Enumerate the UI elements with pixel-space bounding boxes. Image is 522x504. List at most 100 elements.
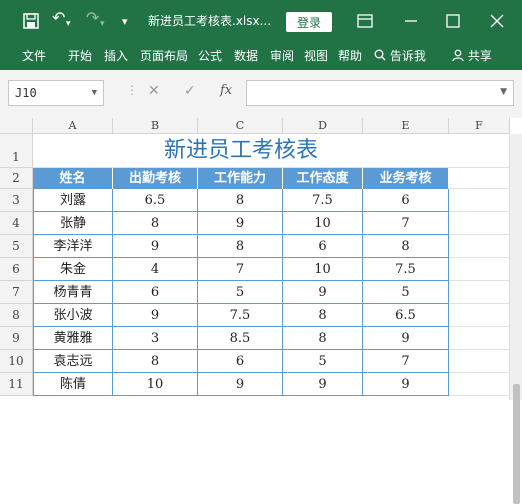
share-button[interactable]: 共享 (452, 42, 492, 70)
redo-dropdown-icon[interactable]: ▾ (100, 15, 105, 33)
empty-cell[interactable] (449, 235, 510, 258)
table-cell[interactable]: 5 (363, 281, 449, 304)
table-cell[interactable]: 8 (363, 235, 449, 258)
table-cell[interactable]: 7.5 (363, 258, 449, 281)
undo-dropdown-icon[interactable]: ▾ (66, 15, 71, 33)
table-cell[interactable]: 8 (113, 350, 198, 373)
formula-input[interactable]: ▼ (246, 80, 514, 106)
table-cell[interactable]: 8 (198, 189, 283, 212)
row-header-2[interactable]: 2 (0, 168, 33, 189)
tab-formulas[interactable]: 公式 (198, 42, 222, 70)
row-header-6[interactable]: 6 (0, 258, 33, 281)
name-box[interactable]: J10 ▼ (8, 80, 104, 106)
table-cell[interactable]: 7 (198, 258, 283, 281)
table-cell[interactable]: 9 (363, 373, 449, 396)
table-cell[interactable]: 7.5 (198, 304, 283, 327)
row-header-1[interactable]: 1 (0, 134, 33, 168)
tab-review[interactable]: 审阅 (270, 42, 294, 70)
enter-icon[interactable]: ✓ (184, 83, 196, 99)
column-header-a[interactable]: A (33, 118, 113, 134)
table-cell[interactable]: 9 (363, 327, 449, 350)
tab-data[interactable]: 数据 (234, 42, 258, 70)
table-cell[interactable]: 杨青青 (33, 281, 113, 304)
table-cell[interactable]: 6.5 (363, 304, 449, 327)
table-cell[interactable]: 10 (283, 212, 363, 235)
minimize-icon[interactable] (402, 12, 420, 30)
empty-cell[interactable] (449, 134, 510, 168)
row-header-11[interactable]: 11 (0, 373, 33, 396)
table-cell[interactable]: 6 (283, 235, 363, 258)
column-header-d[interactable]: D (283, 118, 363, 134)
empty-cell[interactable] (449, 189, 510, 212)
table-cell[interactable]: 7.5 (283, 189, 363, 212)
table-cell[interactable]: 袁志远 (33, 350, 113, 373)
table-cell[interactable]: 6 (198, 350, 283, 373)
empty-cell[interactable] (449, 327, 510, 350)
empty-cell[interactable] (449, 258, 510, 281)
select-all-corner[interactable] (0, 118, 33, 134)
close-icon[interactable] (488, 12, 506, 30)
table-cell[interactable]: 刘露 (33, 189, 113, 212)
table-cell[interactable]: 6.5 (113, 189, 198, 212)
table-header-cell[interactable]: 出勤考核 (113, 168, 198, 189)
tab-view[interactable]: 视图 (304, 42, 328, 70)
table-cell[interactable]: 4 (113, 258, 198, 281)
row-header-9[interactable]: 9 (0, 327, 33, 350)
table-cell[interactable]: 10 (113, 373, 198, 396)
row-header-10[interactable]: 10 (0, 350, 33, 373)
maximize-icon[interactable] (444, 12, 462, 30)
undo-icon[interactable]: ↶ (52, 9, 65, 27)
column-header-e[interactable]: E (363, 118, 449, 134)
row-header-3[interactable]: 3 (0, 189, 33, 212)
expand-formula-bar-icon[interactable]: ▼ (500, 87, 507, 97)
table-cell[interactable]: 8 (198, 235, 283, 258)
table-cell[interactable]: 9 (113, 235, 198, 258)
table-cell[interactable]: 8 (283, 327, 363, 350)
ribbon-display-options-icon[interactable] (356, 12, 374, 30)
scrollbar-thumb[interactable] (513, 384, 520, 504)
table-cell[interactable]: 6 (363, 189, 449, 212)
table-cell[interactable]: 9 (198, 373, 283, 396)
table-cell[interactable]: 8.5 (198, 327, 283, 350)
table-cell[interactable]: 9 (198, 212, 283, 235)
tab-insert[interactable]: 插入 (104, 42, 128, 70)
row-header-7[interactable]: 7 (0, 281, 33, 304)
name-box-dropdown-icon[interactable]: ▼ (92, 81, 97, 105)
empty-cell[interactable] (449, 373, 510, 396)
empty-cell[interactable] (449, 281, 510, 304)
tab-home[interactable]: 开始 (68, 42, 92, 70)
row-header-8[interactable]: 8 (0, 304, 33, 327)
empty-cell[interactable] (449, 350, 510, 373)
tab-help[interactable]: 帮助 (338, 42, 362, 70)
table-cell[interactable]: 张小波 (33, 304, 113, 327)
table-cell[interactable]: 陈倩 (33, 373, 113, 396)
sheet-title-cell[interactable]: 新进员工考核表 (33, 134, 449, 168)
table-header-cell[interactable]: 工作态度 (283, 168, 363, 189)
vertical-scrollbar[interactable] (509, 134, 522, 504)
login-button[interactable]: 登录 (286, 12, 332, 32)
table-cell[interactable]: 9 (283, 373, 363, 396)
save-icon[interactable] (22, 12, 40, 30)
table-header-cell[interactable]: 业务考核 (363, 168, 449, 189)
table-cell[interactable]: 8 (283, 304, 363, 327)
empty-cell[interactable] (449, 168, 510, 189)
row-header-4[interactable]: 4 (0, 212, 33, 235)
table-cell[interactable]: 3 (113, 327, 198, 350)
table-cell[interactable]: 张静 (33, 212, 113, 235)
empty-cell[interactable] (449, 212, 510, 235)
column-header-b[interactable]: B (113, 118, 198, 134)
customize-toolbar-icon[interactable]: ▾ (122, 13, 128, 31)
table-cell[interactable]: 5 (283, 350, 363, 373)
table-cell[interactable]: 7 (363, 212, 449, 235)
cancel-icon[interactable]: ✕ (148, 83, 160, 99)
column-header-f[interactable]: F (449, 118, 510, 134)
tab-file[interactable]: 文件 (22, 42, 46, 70)
insert-function-icon[interactable]: fx (220, 83, 232, 98)
spreadsheet-grid[interactable]: A B C D E F 1 2 3 4 5 6 7 8 9 10 11 新进员工考核表 姓名 出勤考核 工作能力 工作态度… (0, 118, 522, 400)
table-cell[interactable]: 9 (113, 304, 198, 327)
tab-page-layout[interactable]: 页面布局 (140, 42, 188, 70)
table-cell[interactable]: 朱金 (33, 258, 113, 281)
table-cell[interactable]: 9 (283, 281, 363, 304)
tell-me-button[interactable]: 告诉我 (374, 42, 426, 70)
table-cell[interactable]: 黄雅雅 (33, 327, 113, 350)
